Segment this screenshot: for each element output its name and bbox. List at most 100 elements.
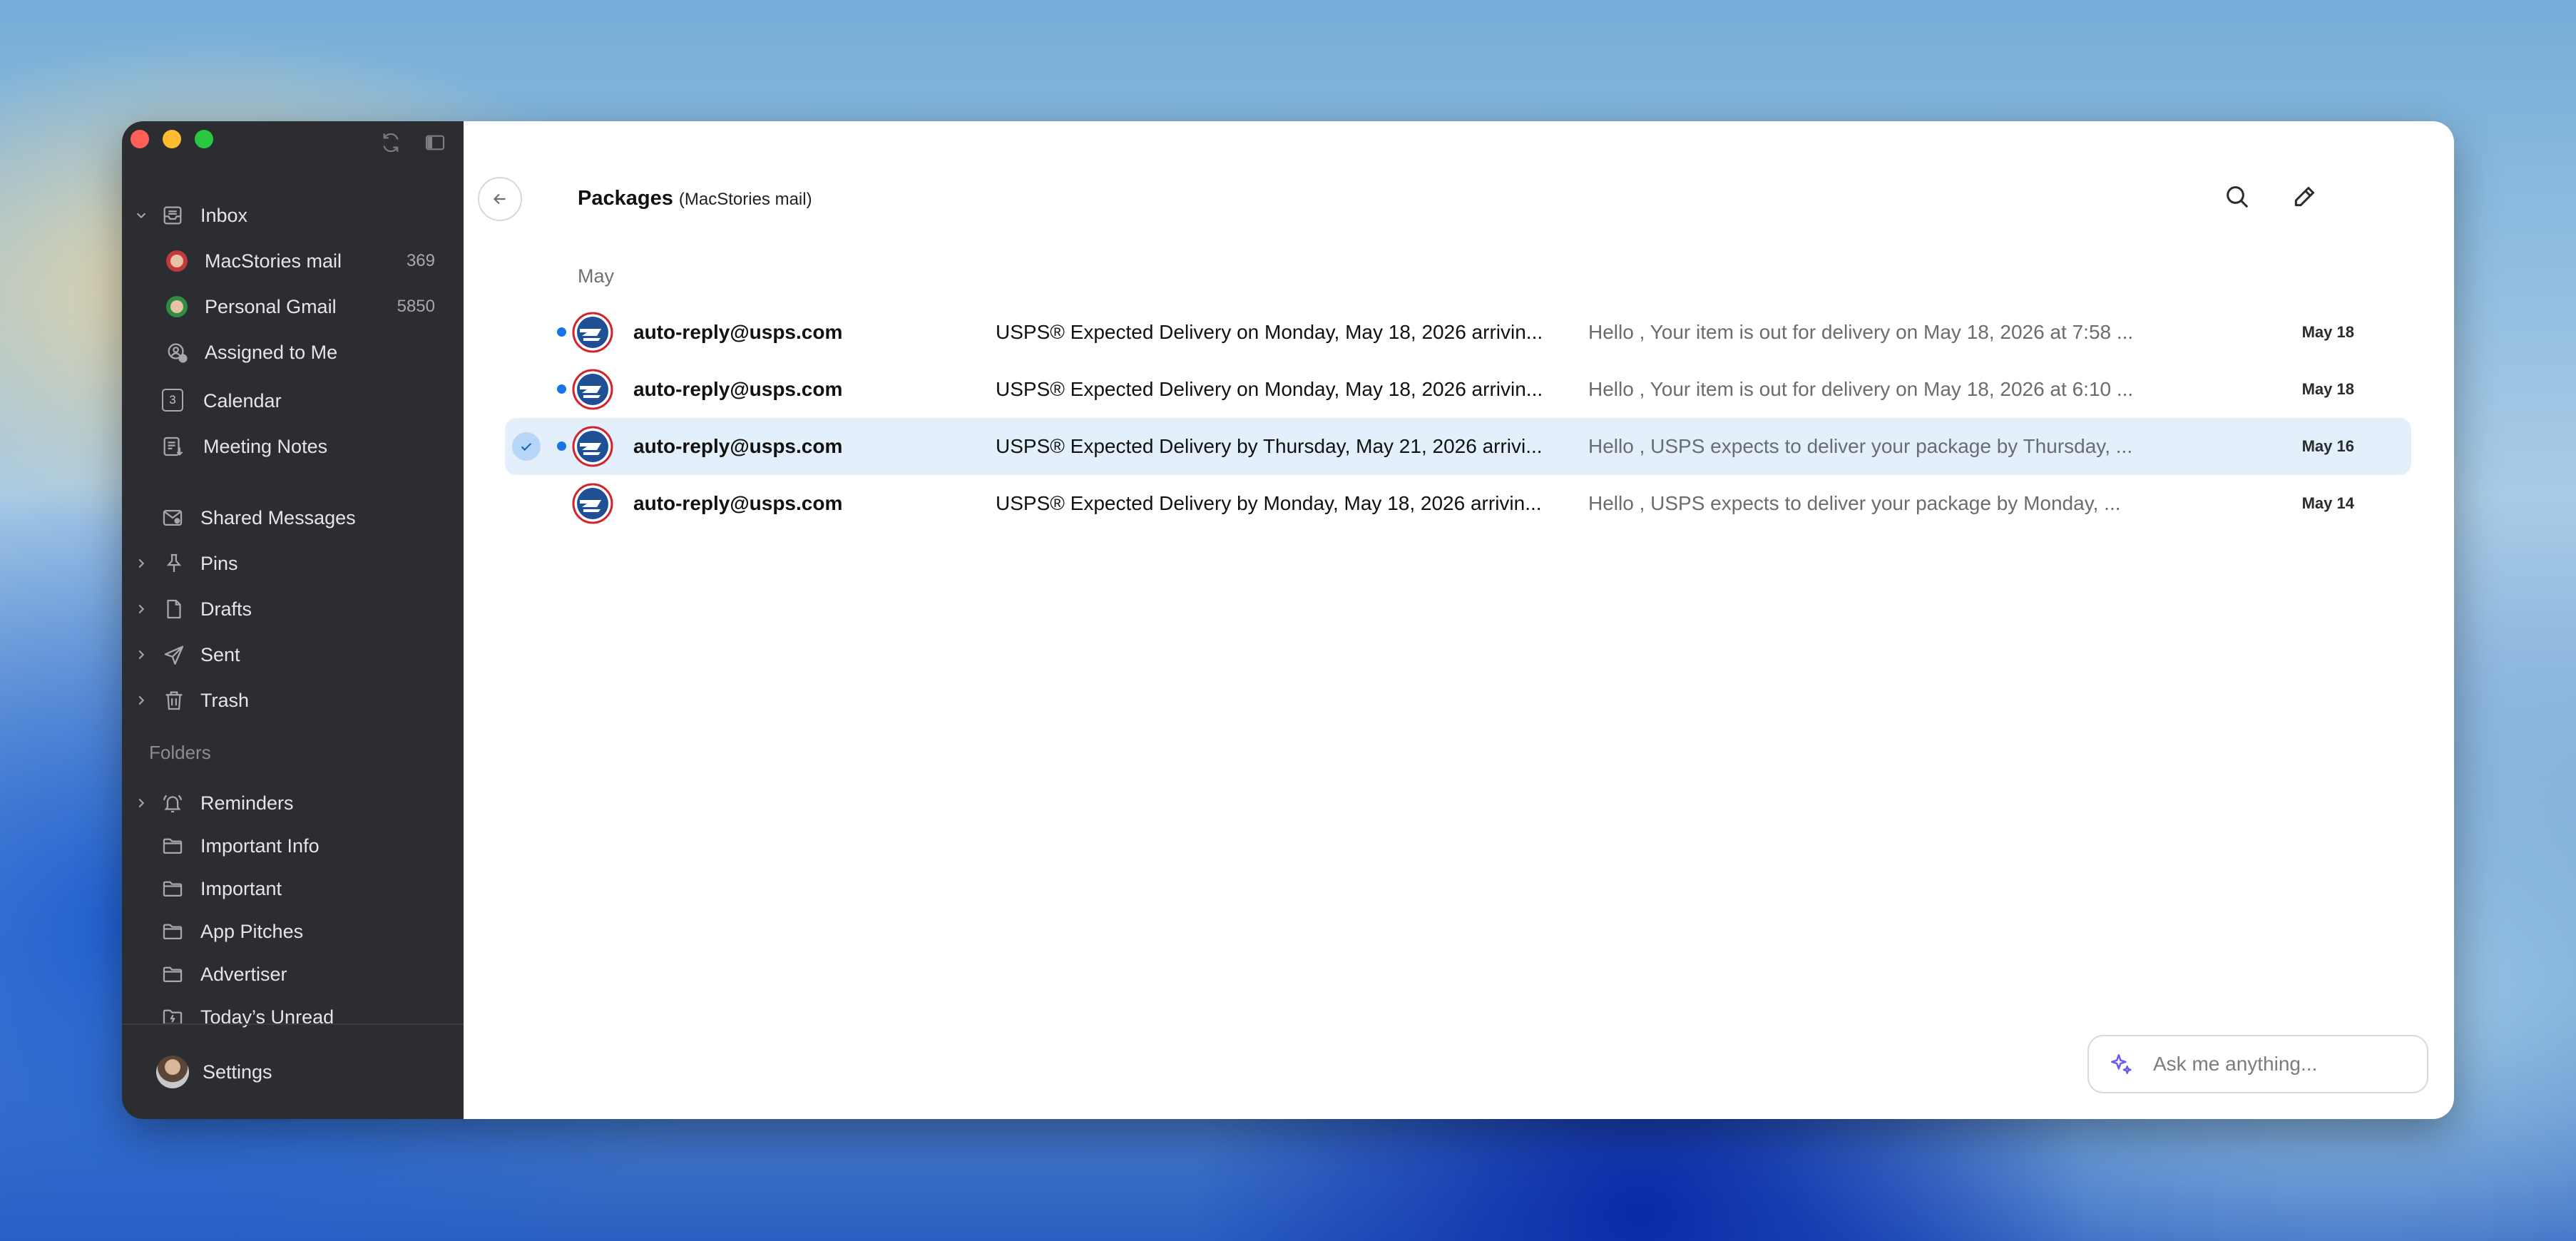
send-icon: [164, 645, 184, 665]
sidebar-item-label: Trash: [200, 689, 250, 711]
sidebar-item-label: Pins: [200, 552, 238, 574]
unread-count: 5850: [397, 297, 435, 316]
close-window-button[interactable]: [131, 130, 149, 148]
sidebar-item-label: Sent: [200, 643, 240, 665]
chevron-right-icon[interactable]: [133, 693, 149, 708]
sidebar-item-inbox[interactable]: Inbox: [122, 193, 464, 238]
unread-dot: [557, 441, 566, 451]
page-title: Packages (MacStories mail): [578, 187, 812, 210]
message-preview: Hello , Your item is out for delivery on…: [1588, 378, 2134, 400]
message-date: May 16: [2301, 437, 2354, 455]
folder-item-important[interactable]: Important: [122, 866, 464, 911]
sidebar-item-meeting-notes[interactable]: Meeting Notes: [122, 424, 464, 469]
message-subject: USPS® Expected Delivery by Monday, May 1…: [996, 492, 1542, 514]
refresh-icon[interactable]: [379, 131, 402, 154]
chevron-right-icon[interactable]: [133, 647, 149, 663]
app-window: Inbox MacStories mail 369 Personal Gmail…: [122, 121, 2454, 1119]
folder-icon: [163, 838, 183, 854]
folder-item-reminders[interactable]: Reminders: [122, 780, 464, 826]
compose-icon[interactable]: [2290, 183, 2319, 211]
message-preview: Hello , Your item is out for delivery on…: [1588, 321, 2134, 343]
search-icon[interactable]: [2223, 183, 2252, 211]
message-preview: Hello , USPS expects to deliver your pac…: [1588, 435, 2133, 457]
unread-dot: [557, 327, 566, 337]
sidebar-item-shared-messages[interactable]: Shared Messages: [122, 495, 464, 541]
folder-icon: [163, 881, 183, 897]
ask-input[interactable]: [2152, 1052, 2413, 1076]
chevron-right-icon[interactable]: [133, 601, 149, 617]
select-checkbox[interactable]: [512, 432, 541, 461]
back-button[interactable]: [478, 177, 522, 221]
checkmark-icon: [521, 443, 532, 451]
folder-item-important-info[interactable]: Important Info: [122, 823, 464, 869]
sidebar-item-label: Assigned to Me: [205, 341, 338, 363]
inbox-icon: [163, 206, 182, 225]
avatar-icon: [166, 296, 188, 317]
unread-dot: [557, 384, 566, 394]
pin-icon: [166, 553, 182, 573]
sidebar-item-label: Calendar: [203, 389, 282, 412]
folders-section-header: Folders: [149, 742, 211, 763]
sidebar-item-calendar[interactable]: 3 Calendar: [122, 378, 464, 424]
usps-logo-icon: [572, 483, 613, 524]
message-date: May 14: [2301, 494, 2354, 512]
sidebar-item-label: MacStories mail: [205, 250, 342, 272]
minimize-window-button[interactable]: [163, 130, 181, 148]
zoom-window-button[interactable]: [195, 130, 213, 148]
notes-icon: [163, 436, 183, 456]
calendar-icon: 3: [162, 389, 183, 412]
folder-item-label: Reminders: [200, 792, 294, 814]
trash-icon: [165, 691, 183, 710]
folder-item-app-pitches[interactable]: App Pitches: [122, 909, 464, 954]
sidebar-item-label: Drafts: [200, 598, 252, 620]
folder-item-label: Important Info: [200, 834, 320, 857]
ask-assistant-bar[interactable]: [2087, 1035, 2428, 1093]
message-subject: USPS® Expected Delivery by Thursday, May…: [996, 435, 1543, 457]
avatar: [156, 1056, 189, 1088]
page-subtitle: (MacStories mail): [678, 190, 812, 209]
sidebar-item-pins[interactable]: Pins: [122, 541, 464, 586]
sidebar-item-assigned-to-me[interactable]: Assigned to Me: [122, 330, 464, 375]
sidebar-item-label: Personal Gmail: [205, 295, 337, 317]
sidebar-item-drafts[interactable]: Drafts: [122, 586, 464, 632]
message-row-selected[interactable]: auto-reply@usps.com USPS® Expected Deliv…: [505, 418, 2411, 475]
avatar-icon: [166, 250, 188, 272]
chevron-right-icon[interactable]: [133, 795, 149, 811]
folder-icon: [163, 924, 183, 940]
sidebar-item-personal-gmail[interactable]: Personal Gmail 5850: [122, 284, 464, 330]
page-title-text: Packages: [578, 187, 673, 210]
chevron-down-icon[interactable]: [133, 208, 149, 223]
usps-logo-icon: [572, 312, 613, 353]
sidebar-item-label: Meeting Notes: [203, 435, 328, 457]
sidebar-item-macstories-mail[interactable]: MacStories mail 369: [122, 238, 464, 284]
message-preview: Hello , USPS expects to deliver your pac…: [1588, 492, 2121, 514]
sidebar-item-sent[interactable]: Sent: [122, 632, 464, 678]
message-sender: auto-reply@usps.com: [633, 492, 843, 514]
sidebar: Inbox MacStories mail 369 Personal Gmail…: [122, 121, 464, 1119]
settings-label: Settings: [203, 1061, 272, 1083]
shared-icon: [163, 509, 183, 526]
folder-item-label: Advertiser: [200, 963, 287, 985]
folder-item-advertiser[interactable]: Advertiser: [122, 951, 464, 997]
message-sender: auto-reply@usps.com: [633, 435, 843, 457]
folder-icon: [163, 966, 183, 983]
sidebar-item-trash[interactable]: Trash: [122, 678, 464, 723]
draft-icon: [167, 599, 181, 619]
message-subject: USPS® Expected Delivery on Monday, May 1…: [996, 321, 1543, 343]
window-controls: [131, 130, 213, 148]
folder-item-label: App Pitches: [200, 920, 304, 942]
usps-logo-icon: [572, 369, 613, 410]
message-row[interactable]: auto-reply@usps.com USPS® Expected Deliv…: [505, 475, 2411, 532]
usps-logo-icon: [572, 426, 613, 467]
date-group-header: May: [578, 265, 615, 287]
sidebar-toggle-icon[interactable]: [424, 131, 446, 154]
sidebar-item-label: Shared Messages: [200, 506, 356, 528]
sidebar-item-label: Inbox: [200, 204, 248, 226]
settings-button[interactable]: Settings: [122, 1023, 464, 1119]
message-subject: USPS® Expected Delivery on Monday, May 1…: [996, 378, 1543, 400]
folder-item-label: Important: [200, 877, 282, 899]
chevron-right-icon[interactable]: [133, 556, 149, 571]
message-date: May 18: [2301, 380, 2354, 398]
message-row[interactable]: auto-reply@usps.com USPS® Expected Deliv…: [505, 361, 2411, 418]
message-row[interactable]: auto-reply@usps.com USPS® Expected Deliv…: [505, 304, 2411, 361]
